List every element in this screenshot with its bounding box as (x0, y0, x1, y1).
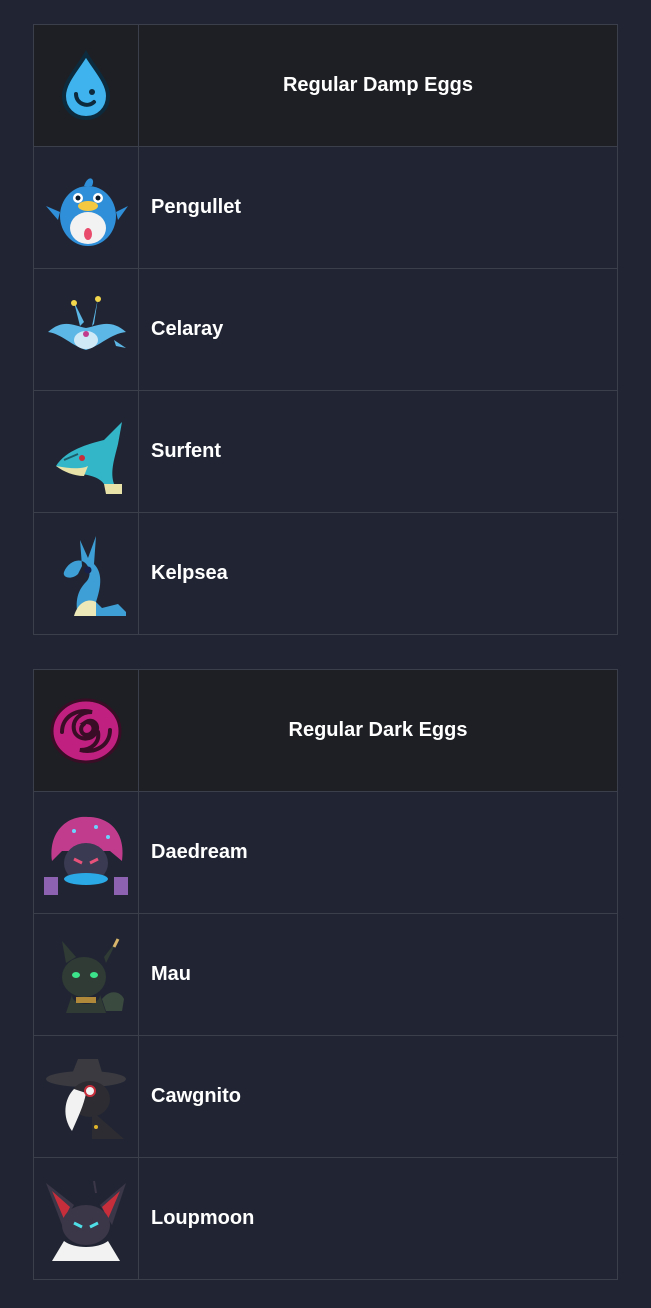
pal-icon-cell (33, 913, 139, 1036)
table-row: Cawgnito (33, 1035, 618, 1158)
pal-name: Mau (138, 913, 618, 1036)
pal-icon-cell (33, 1157, 139, 1280)
dark-eggs-table: Regular Dark Eggs Daedream Mau Cawgnito … (33, 669, 618, 1280)
table-row: Pengullet (33, 146, 618, 269)
pal-name: Cawgnito (138, 1035, 618, 1158)
pal-icon-cell (33, 791, 139, 914)
surfent-icon (56, 421, 122, 494)
pal-icon-cell (33, 1035, 139, 1158)
water-drop-icon (61, 49, 111, 120)
kelpsea-icon (63, 535, 126, 616)
daedream-icon (44, 816, 128, 895)
pal-name: Surfent (138, 390, 618, 513)
pal-name: Kelpsea (138, 512, 618, 635)
cawgnito-icon (46, 1058, 126, 1139)
table-row: Mau (33, 913, 618, 1036)
table-header-row: Regular Dark Eggs (33, 669, 618, 792)
table-row: Kelpsea (33, 512, 618, 635)
pal-icon-cell (33, 146, 139, 269)
element-icon-cell (33, 24, 139, 147)
table-row: Surfent (33, 390, 618, 513)
element-icon-cell (33, 669, 139, 792)
table-header-row: Regular Damp Eggs (33, 24, 618, 147)
dark-swirl-icon (50, 698, 122, 763)
pal-name: Daedream (138, 791, 618, 914)
pal-name: Loupmoon (138, 1157, 618, 1280)
pal-name: Pengullet (138, 146, 618, 269)
table-row: Daedream (33, 791, 618, 914)
celaray-icon (48, 295, 126, 350)
mau-icon (62, 937, 124, 1013)
pal-icon-cell (33, 512, 139, 635)
pal-icon-cell (33, 390, 139, 513)
pal-icon-cell (33, 268, 139, 391)
table-row: Loupmoon (33, 1157, 618, 1280)
table-row: Celaray (33, 268, 618, 391)
table-title: Regular Damp Eggs (138, 24, 618, 147)
loupmoon-icon (46, 1180, 126, 1261)
damp-eggs-table: Regular Damp Eggs Pengullet Celaray Surf… (33, 24, 618, 635)
pal-name: Celaray (138, 268, 618, 391)
pengullet-icon (46, 177, 128, 246)
table-title: Regular Dark Eggs (138, 669, 618, 792)
